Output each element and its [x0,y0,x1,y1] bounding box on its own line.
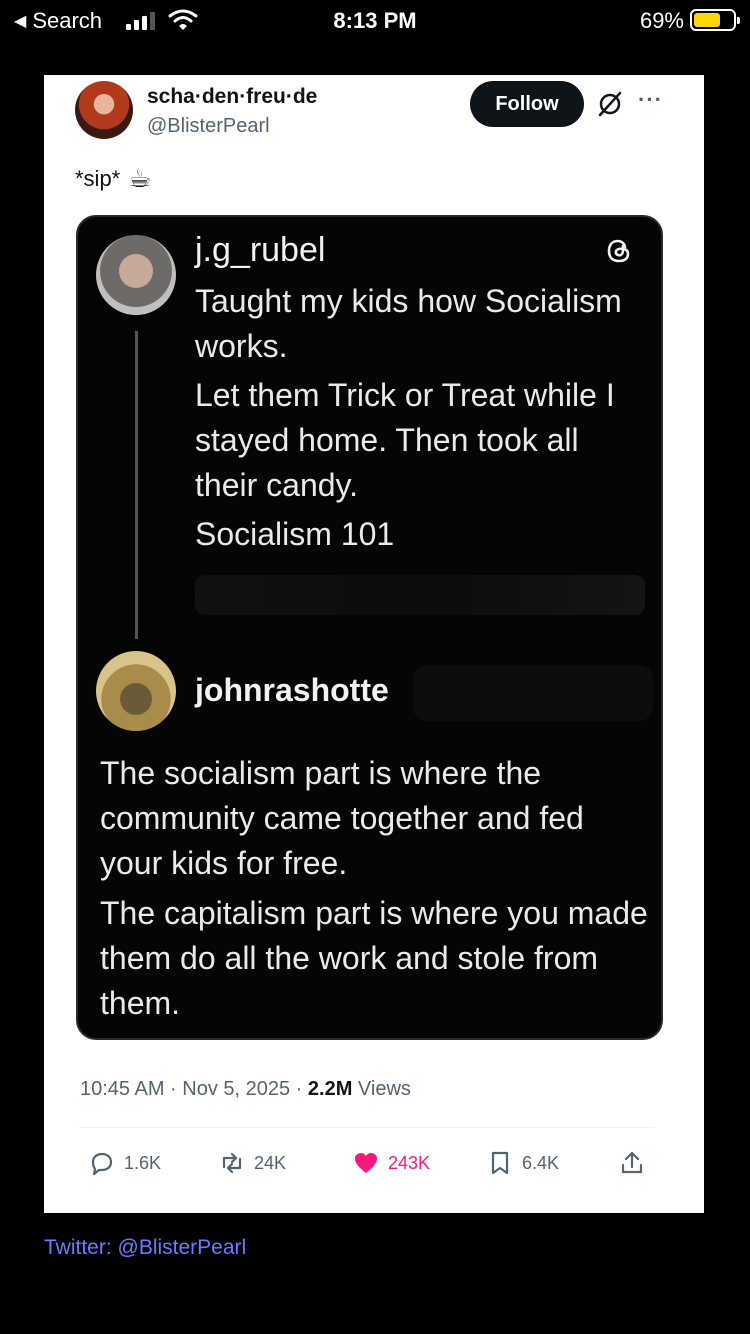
avatar[interactable] [75,81,133,139]
grok-icon[interactable] [596,90,624,118]
embedded-image[interactable]: j.g_rubel Taught my kids how Socialism w… [76,215,663,1040]
source-credit: Twitter: @BlisterPearl [44,1236,247,1259]
repost-count: 24K [254,1152,287,1173]
share-button[interactable] [618,1149,646,1177]
views-count: 2.2M [307,1078,353,1100]
reply-count: 1.6K [124,1152,162,1173]
views-label: Views [352,1078,411,1100]
heart-icon [355,1153,377,1173]
follow-button[interactable]: Follow [470,81,584,127]
tweet-meta: 10:45 AM · Nov 5, 2025 · 2.2M Views [80,1078,411,1101]
bookmark-icon [491,1151,509,1175]
reply-button[interactable]: 1.6K [88,1149,161,1177]
divider [78,1127,654,1128]
battery-fill [694,13,721,27]
status-bar: ◀ Search 8:13 PM 69% [0,0,750,42]
threads-logo-icon [607,239,630,263]
bookmark-button[interactable]: 6.4K [486,1149,559,1177]
post-line: Let them Trick or Treat while I stayed h… [195,377,615,503]
share-icon [621,1151,643,1174]
avatar [96,235,176,315]
threads-username: johnrashotte [195,672,389,708]
more-options-icon[interactable]: ··· [638,87,663,113]
post-line: The capitalism part is where you made th… [100,895,648,1021]
user-handle[interactable]: @BlisterPearl [147,115,270,138]
repost-icon [222,1152,242,1174]
threads-username: j.g_rubel [195,231,326,269]
tweet-body: *sip* [75,165,121,191]
post-line: Taught my kids how Socialism works. [195,283,622,364]
bookmark-count: 6.4K [522,1152,560,1173]
hot-beverage-icon: ☕ [128,163,152,193]
tweet-text: *sip* ☕ [75,163,152,194]
tweet-card: scha·den·freu·de @BlisterPearl Follow ··… [44,75,704,1213]
thread-line [135,331,138,639]
reply-text: The socialism part is where the communit… [100,751,650,1031]
blurred-actions [195,575,645,615]
battery-icon [690,9,740,31]
display-name[interactable]: scha·den·freu·de [147,85,317,109]
post-line: Socialism 101 [195,516,395,552]
like-button[interactable]: 243K [352,1149,430,1177]
clock: 8:13 PM [333,8,417,33]
like-count: 243K [388,1152,431,1173]
timestamp[interactable]: 10:45 AM · Nov 5, 2025 · [80,1078,308,1100]
post-text: Taught my kids how Socialism works. Let … [195,279,645,561]
battery-percent: 69% [639,8,684,33]
avatar [96,651,176,731]
blurred-region [413,665,653,721]
reply-icon [91,1152,113,1176]
action-bar: 1.6K 24K 243K 6.4K [88,1149,648,1181]
post-line: The socialism part is where the communit… [100,755,584,881]
repost-button[interactable]: 24K [218,1149,286,1177]
